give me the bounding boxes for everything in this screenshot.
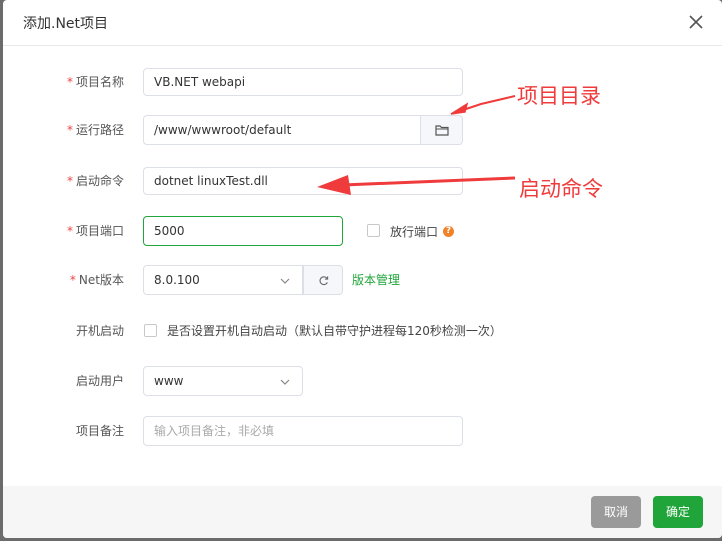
dialog-footer: 取消 确定 [3,486,722,538]
cancel-button[interactable]: 取消 [591,496,641,528]
annotation-start-command: 启动命令 [519,177,603,201]
annotation-project-directory: 项目目录 [517,84,601,108]
annotation-arrows [317,95,516,195]
confirm-button[interactable]: 确定 [653,496,703,528]
add-net-project-dialog: 添加.Net项目 * 项目名称 VB.NET webapi * 运行路径 /www/… [3,0,722,538]
